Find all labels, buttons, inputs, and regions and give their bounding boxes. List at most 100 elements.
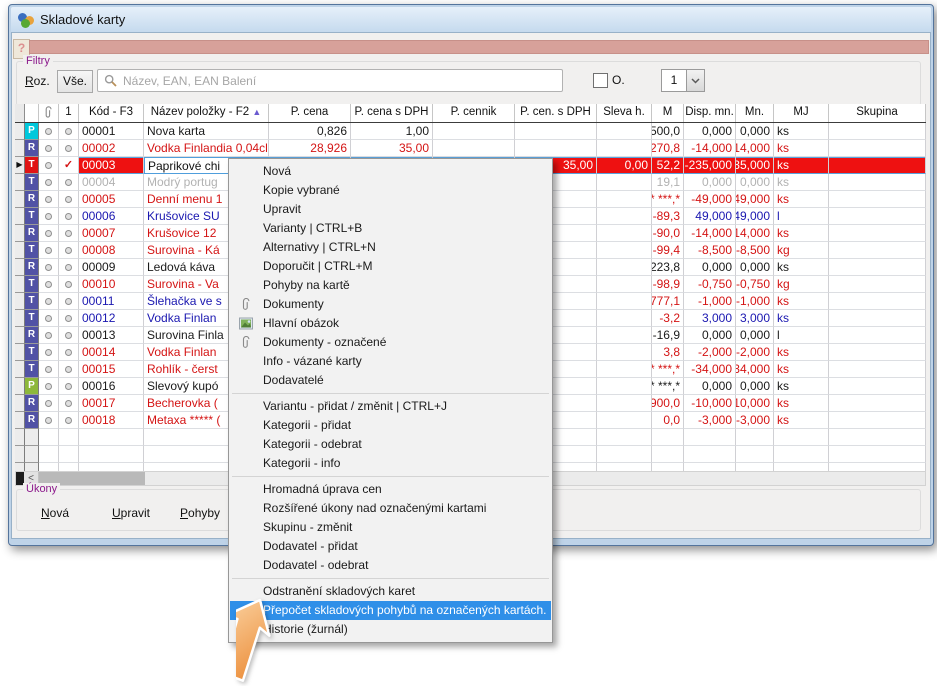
cell[interactable]: 00009 xyxy=(79,259,144,276)
table-row[interactable]: P00001Nova karta0,8261,002 500,00,0000,0… xyxy=(15,123,926,140)
mark-indicator[interactable] xyxy=(59,259,79,276)
cell[interactable]: ks xyxy=(774,310,829,327)
cell[interactable]: kg xyxy=(774,242,829,259)
cell[interactable]: 0,000 xyxy=(736,259,774,276)
cell[interactable] xyxy=(829,293,926,310)
cell[interactable] xyxy=(829,242,926,259)
mark-indicator[interactable] xyxy=(59,191,79,208)
row-selector[interactable] xyxy=(15,344,25,361)
cell[interactable]: 00010 xyxy=(79,276,144,293)
cell[interactable]: -1,000 xyxy=(684,293,736,310)
cell[interactable] xyxy=(597,395,652,412)
menu-item[interactable]: Dokumenty - označené xyxy=(230,333,551,352)
cell[interactable]: 0,000 xyxy=(684,378,736,395)
movements-button[interactable]: Pohyby xyxy=(180,506,220,520)
menu-item[interactable]: Hromadná úprava cen xyxy=(230,480,551,499)
cell[interactable]: -8,500 xyxy=(736,242,774,259)
cell[interactable]: -34,000 xyxy=(736,361,774,378)
cell[interactable] xyxy=(515,123,597,140)
menu-item[interactable]: Info - vázané karty xyxy=(230,352,551,371)
cell[interactable]: ks xyxy=(774,395,829,412)
column-header[interactable]: M xyxy=(652,104,684,122)
cell[interactable]: ks xyxy=(774,344,829,361)
cell[interactable]: -235,000 xyxy=(684,157,736,174)
cell[interactable]: -14,000 xyxy=(684,225,736,242)
cell[interactable] xyxy=(829,208,926,225)
cell[interactable]: kg xyxy=(774,276,829,293)
cell[interactable]: 0,000 xyxy=(684,327,736,344)
row-selector[interactable] xyxy=(15,412,25,429)
table-row[interactable]: R00002Vodka Finlandia 0,04cl28,92635,002… xyxy=(15,140,926,157)
mark-indicator[interactable] xyxy=(59,174,79,191)
cell[interactable] xyxy=(829,327,926,344)
menu-item[interactable]: Kategorii - info xyxy=(230,454,551,473)
cell[interactable] xyxy=(597,225,652,242)
cell[interactable]: -14,000 xyxy=(736,140,774,157)
cell[interactable]: ks xyxy=(774,293,829,310)
column-header[interactable]: P. cena xyxy=(269,104,351,122)
cell[interactable]: -10,000 xyxy=(736,395,774,412)
menu-item[interactable]: Nová xyxy=(230,162,551,181)
cell[interactable]: 49,000 xyxy=(684,208,736,225)
cell[interactable] xyxy=(829,140,926,157)
mark-indicator[interactable] xyxy=(59,378,79,395)
cell[interactable]: Vodka Finlandia 0,04cl xyxy=(144,140,269,157)
cell[interactable] xyxy=(829,225,926,242)
menu-item[interactable]: Hlavní obázok xyxy=(230,314,551,333)
cell[interactable]: 35,00 xyxy=(351,140,433,157)
row-selector[interactable] xyxy=(15,208,25,225)
cell[interactable]: l xyxy=(774,327,829,344)
cell[interactable] xyxy=(597,259,652,276)
mark-indicator[interactable] xyxy=(59,140,79,157)
mark-indicator[interactable] xyxy=(59,412,79,429)
cell[interactable]: 3,000 xyxy=(684,310,736,327)
cell[interactable] xyxy=(597,378,652,395)
mark-indicator[interactable] xyxy=(59,276,79,293)
column-header[interactable]: Kód - F3 xyxy=(79,104,144,122)
row-selector[interactable] xyxy=(15,310,25,327)
cell[interactable] xyxy=(597,191,652,208)
cell[interactable] xyxy=(597,412,652,429)
cell[interactable] xyxy=(597,242,652,259)
cell[interactable]: 00004 xyxy=(79,174,144,191)
menu-item[interactable]: Skupinu - změnit xyxy=(230,518,551,537)
cell[interactable]: 0,000 xyxy=(684,259,736,276)
column-header[interactable]: 1 xyxy=(59,104,79,122)
row-selector[interactable] xyxy=(15,242,25,259)
cell[interactable]: ks xyxy=(774,259,829,276)
row-selector[interactable] xyxy=(15,174,25,191)
menu-item[interactable]: Upravit xyxy=(230,200,551,219)
cell[interactable] xyxy=(829,157,926,174)
row-selector[interactable] xyxy=(15,395,25,412)
cell[interactable]: 270,8 xyxy=(652,140,684,157)
row-selector[interactable]: ▶ xyxy=(15,157,25,174)
mark-indicator[interactable] xyxy=(59,327,79,344)
cell[interactable] xyxy=(829,310,926,327)
cell[interactable]: 00018 xyxy=(79,412,144,429)
cell[interactable] xyxy=(433,123,515,140)
row-selector[interactable] xyxy=(15,378,25,395)
cell[interactable] xyxy=(829,174,926,191)
cell[interactable]: ** ***,* xyxy=(652,191,684,208)
column-header[interactable]: P. cena s DPH xyxy=(351,104,433,122)
cell[interactable]: -49,000 xyxy=(684,191,736,208)
cell[interactable]: l xyxy=(774,208,829,225)
cell[interactable]: 00001 xyxy=(79,123,144,140)
column-header[interactable]: P. cennik xyxy=(433,104,515,122)
vse-button[interactable]: Vše. xyxy=(57,70,93,93)
cell[interactable] xyxy=(597,361,652,378)
cell[interactable]: 00003 xyxy=(79,157,144,174)
cell[interactable]: -14,000 xyxy=(684,140,736,157)
roz-button[interactable]: Roz. xyxy=(25,74,50,88)
cell[interactable]: -99,4 xyxy=(652,242,684,259)
cell[interactable]: 1 223,8 xyxy=(652,259,684,276)
mark-indicator[interactable] xyxy=(59,395,79,412)
cell[interactable]: 0,000 xyxy=(736,174,774,191)
search-input[interactable]: Název, EAN, EAN Balení xyxy=(97,69,563,92)
menu-item[interactable]: Kategorii - přidat xyxy=(230,416,551,435)
cell[interactable]: ** ***,* xyxy=(652,378,684,395)
cell[interactable] xyxy=(829,361,926,378)
menu-item[interactable]: Alternativy | CTRL+N xyxy=(230,238,551,257)
menu-item[interactable]: Dodavatel - odebrat xyxy=(230,556,551,575)
cell[interactable] xyxy=(597,310,652,327)
